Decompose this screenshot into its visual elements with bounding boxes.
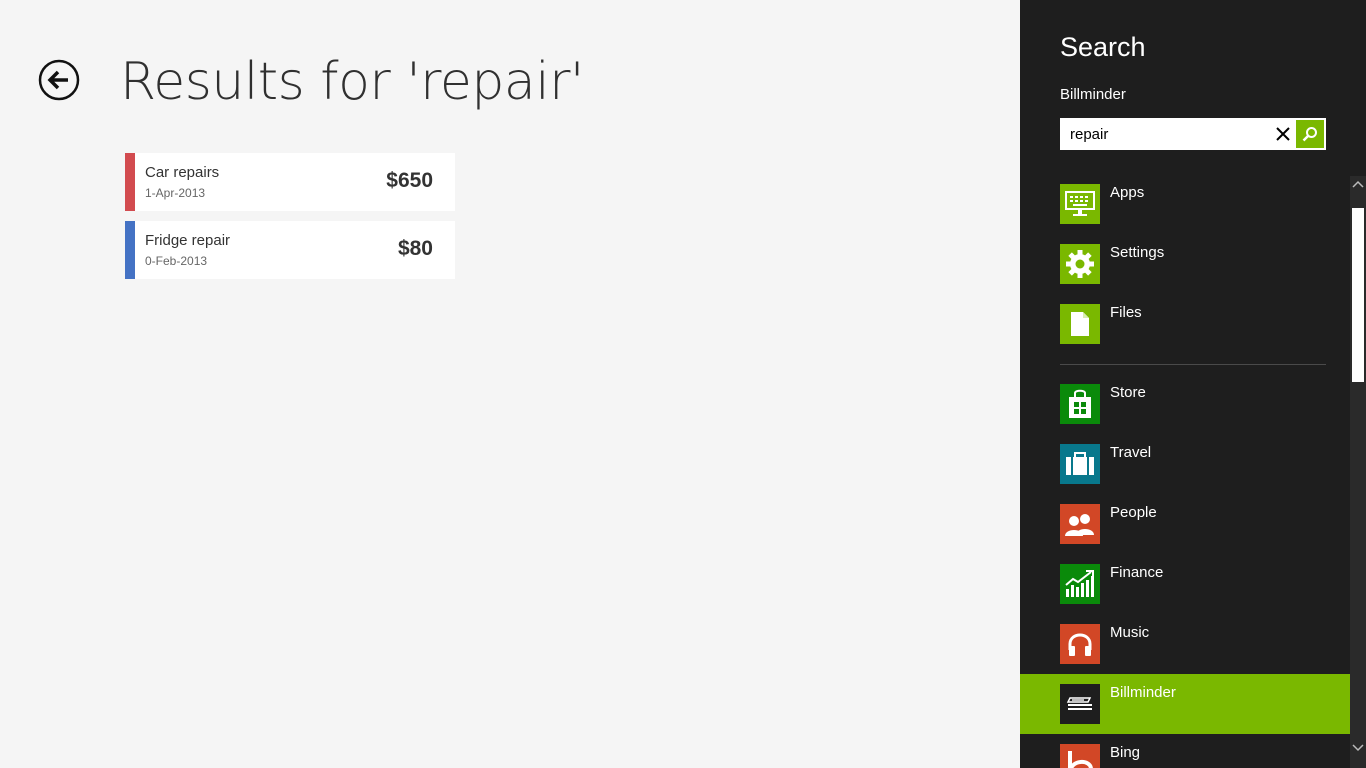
search-item-files[interactable]: Files	[1020, 294, 1350, 354]
close-icon	[1276, 127, 1290, 141]
search-item-label: Travel	[1110, 444, 1152, 461]
scroll-thumb[interactable]	[1352, 208, 1364, 382]
billminder-icon	[1060, 684, 1100, 724]
result-item-fridge-repair[interactable]: Fridge repair 0-Feb-2013 $80	[125, 221, 455, 279]
back-button[interactable]	[38, 59, 80, 101]
search-pane: Search Billminder repair Apps Settings F…	[1020, 0, 1366, 768]
search-input[interactable]	[1060, 118, 1260, 150]
result-name: Fridge repair	[145, 232, 231, 249]
finance-chart-icon	[1060, 564, 1100, 604]
search-item-music[interactable]: Music	[1020, 614, 1350, 674]
result-date: 1-Apr-2013	[145, 186, 206, 200]
settings-gear-icon	[1060, 244, 1100, 284]
divider	[1060, 364, 1326, 365]
bing-icon	[1060, 744, 1100, 768]
scroll-up-button[interactable]	[1350, 176, 1366, 192]
apps-icon	[1060, 184, 1100, 224]
result-item-car-repairs[interactable]: Car repairs 1-Apr-2013 $650	[125, 153, 455, 211]
people-icon	[1060, 504, 1100, 544]
search-item-label: Music	[1110, 624, 1150, 641]
result-name: Car repairs	[145, 164, 220, 181]
search-item-store[interactable]: Store	[1020, 374, 1350, 434]
search-scope-label[interactable]: Billminder	[1060, 86, 1126, 103]
search-item-label: Bing	[1110, 744, 1141, 761]
music-headphones-icon	[1060, 624, 1100, 664]
result-date: 0-Feb-2013	[145, 254, 208, 268]
search-pane-title: Search	[1060, 32, 1146, 62]
category-color-bar	[125, 221, 135, 279]
search-item-label: Store	[1110, 384, 1146, 401]
scrollbar[interactable]	[1350, 176, 1366, 768]
travel-suitcase-icon	[1060, 444, 1100, 484]
search-item-apps[interactable]: Apps	[1020, 174, 1350, 234]
chevron-up-icon	[1352, 180, 1364, 188]
back-arrow-icon	[38, 59, 80, 101]
result-amount: $650	[386, 169, 433, 192]
search-item-people[interactable]: People	[1020, 494, 1350, 554]
search-go-button[interactable]	[1296, 120, 1324, 148]
search-item-finance[interactable]: Finance	[1020, 554, 1350, 614]
search-item-label: Files	[1110, 304, 1142, 321]
search-item-bing[interactable]: Bing	[1020, 734, 1350, 768]
page-title: Results for 'repair'	[120, 52, 584, 112]
result-amount: $80	[397, 237, 433, 260]
search-item-settings[interactable]: Settings	[1020, 234, 1350, 294]
search-item-label: Finance	[1110, 564, 1164, 581]
search-box	[1060, 118, 1326, 150]
scroll-down-button[interactable]	[1350, 740, 1366, 756]
results-list: Car repairs 1-Apr-2013 $650 Fridge repai…	[125, 153, 455, 289]
file-icon	[1060, 304, 1100, 344]
store-icon	[1060, 384, 1100, 424]
search-item-label: Billminder	[1110, 684, 1176, 701]
search-item-label: Apps	[1110, 184, 1145, 201]
search-item-label: People	[1110, 504, 1157, 521]
clear-search-button[interactable]	[1268, 118, 1298, 150]
search-icon	[1302, 127, 1317, 142]
category-color-bar	[125, 153, 135, 211]
chevron-down-icon	[1352, 744, 1364, 752]
search-item-billminder[interactable]: Billminder	[1020, 674, 1350, 734]
search-item-label: Settings	[1110, 244, 1165, 261]
search-item-travel[interactable]: Travel	[1020, 434, 1350, 494]
